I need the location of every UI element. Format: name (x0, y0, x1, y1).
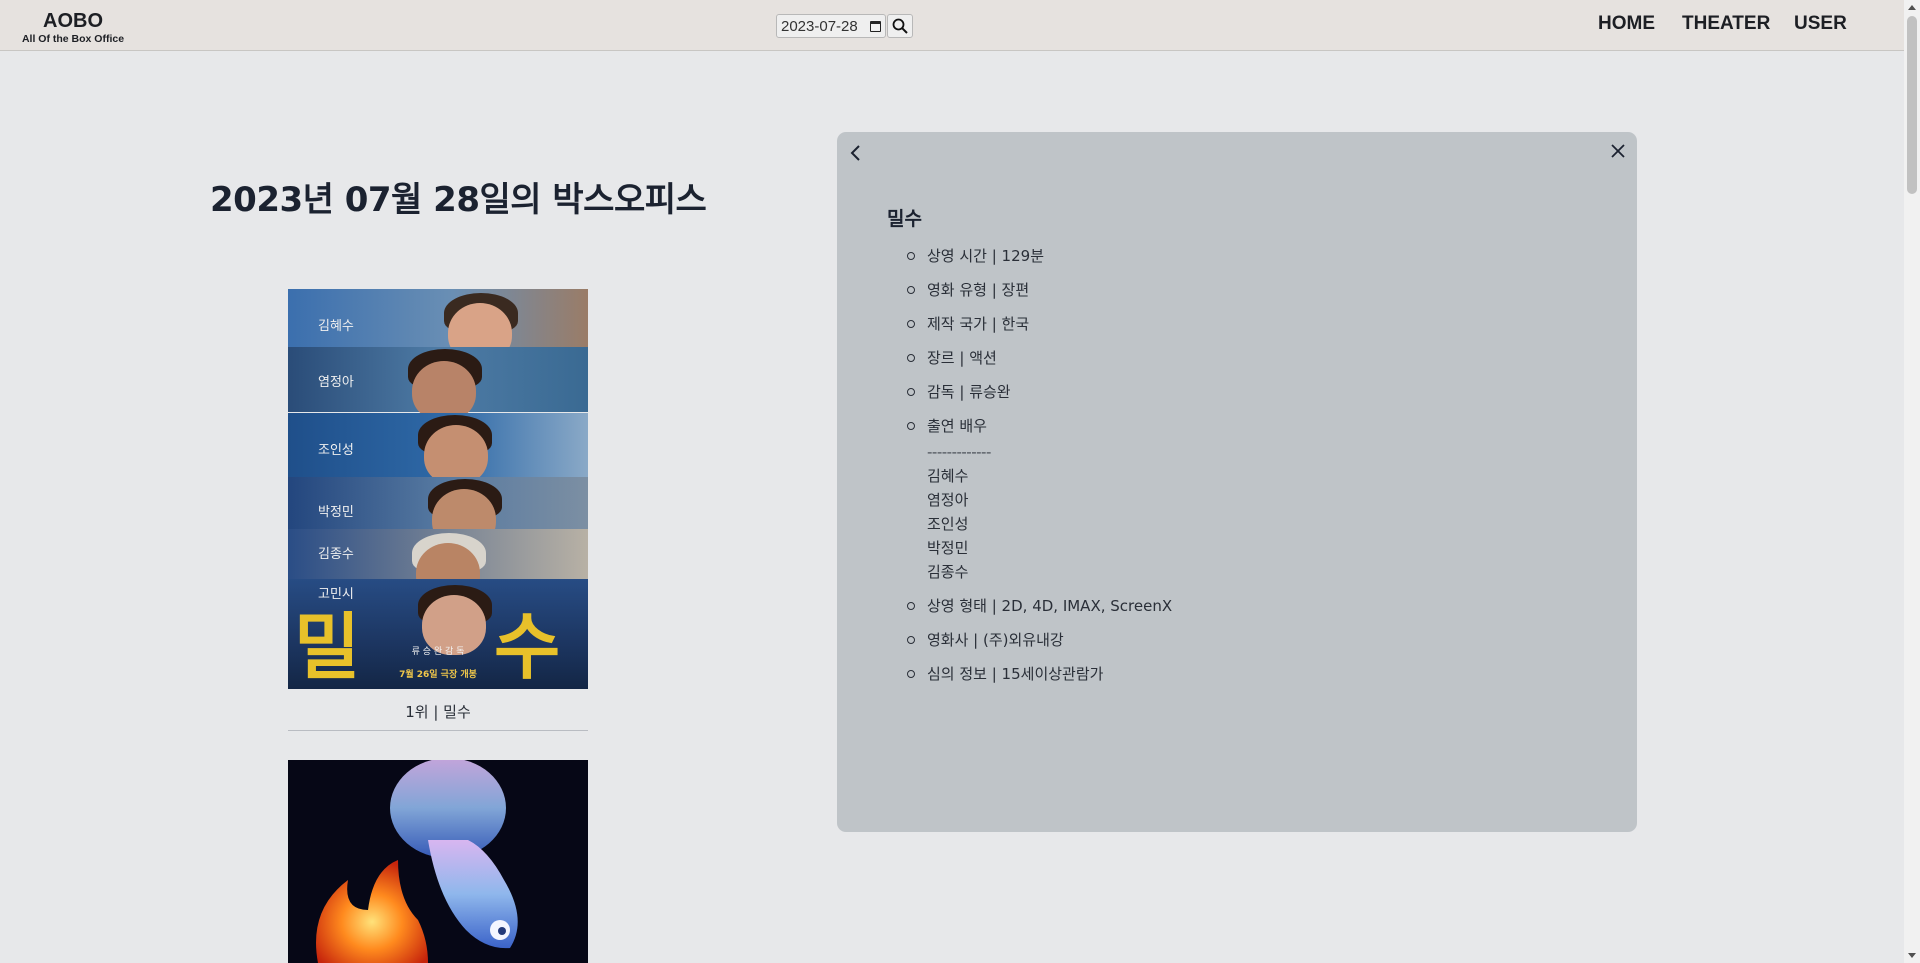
info-item: 감독 | 류승완 (906, 380, 1172, 414)
cast-member: 김종수 (927, 563, 969, 581)
top-nav-bar: AOBO All Of the Box Office 2023-07-28 HO… (0, 0, 1904, 51)
search-icon (892, 18, 908, 34)
movie-poster[interactable]: 김혜수 염정아 조인성 박정민 김종수 고민시 밀 수 류 승 완 감 독 7월… (288, 289, 588, 689)
poster-artwork (316, 760, 518, 963)
close-icon (1611, 144, 1625, 158)
poster-band: 염정아 (288, 347, 588, 421)
page-scrollbar[interactable] (1904, 0, 1920, 963)
date-value: 2023-07-28 (781, 17, 858, 35)
cast-member: 박정민 (927, 539, 969, 557)
poster-band: 조인성 (288, 413, 588, 485)
info-item: 영화사 | (주)외유내강 (906, 628, 1172, 662)
cast-list: ------------- 김혜수 염정아 조인성 박정민 김종수 (927, 440, 1172, 584)
poster-director: 류 승 완 감 독 (411, 647, 465, 657)
cast-member: 염정아 (927, 491, 969, 509)
info-item: 출연 배우 (906, 414, 1172, 448)
poster-band: 김혜수 (288, 289, 588, 363)
info-item: 심의 정보 | 15세이상관람가 (906, 662, 1172, 696)
close-button[interactable] (1607, 140, 1629, 162)
info-item: 장르 | 액션 (906, 346, 1172, 380)
search-button[interactable] (887, 14, 913, 38)
logo[interactable]: AOBO All Of the Box Office (18, 10, 128, 46)
logo-subtitle: All Of the Box Office (21, 33, 125, 45)
movie-card[interactable]: 김혜수 염정아 조인성 박정민 김종수 고민시 밀 수 류 승 완 감 독 7월… (288, 289, 588, 731)
logo-title: AOBO (43, 10, 103, 32)
info-item: 제작 국가 | 한국 (906, 312, 1172, 346)
calendar-icon[interactable] (870, 20, 881, 32)
date-input[interactable]: 2023-07-28 (776, 14, 886, 38)
info-item: 상영 시간 | 129분 (906, 244, 1172, 278)
scroll-thumb[interactable] (1907, 16, 1917, 194)
cast-member: 조인성 (927, 515, 969, 533)
nav-user[interactable]: USER (1794, 13, 1847, 35)
page-title: 2023년 07월 28일의 박스오피스 (210, 180, 707, 220)
movie-card[interactable] (288, 760, 588, 963)
nav-home[interactable]: HOME (1598, 13, 1655, 35)
movie-info-list: 상영 시간 | 129분 영화 유형 | 장편 제작 국가 | 한국 장르 | … (906, 244, 1172, 696)
detail-movie-name: 밀수 (887, 208, 922, 230)
poster-release: 7월 26일 극장 개봉 (399, 670, 477, 680)
movie-poster[interactable] (288, 760, 588, 963)
scroll-up-arrow[interactable] (1908, 5, 1916, 10)
movie-detail-panel: 밀수 상영 시간 | 129분 영화 유형 | 장편 제작 국가 | 한국 장르… (837, 132, 1637, 832)
info-item: 상영 형태 | 2D, 4D, IMAX, ScreenX (906, 594, 1172, 628)
chevron-left-icon (850, 145, 860, 161)
date-search: 2023-07-28 (776, 13, 913, 39)
back-button[interactable] (845, 142, 867, 164)
scroll-down-arrow[interactable] (1908, 953, 1916, 958)
nav-theater[interactable]: THEATER (1682, 13, 1770, 35)
cast-member: 김혜수 (927, 467, 969, 485)
info-item: 영화 유형 | 장편 (906, 278, 1172, 312)
movie-caption: 1위 | 밀수 (288, 701, 588, 731)
